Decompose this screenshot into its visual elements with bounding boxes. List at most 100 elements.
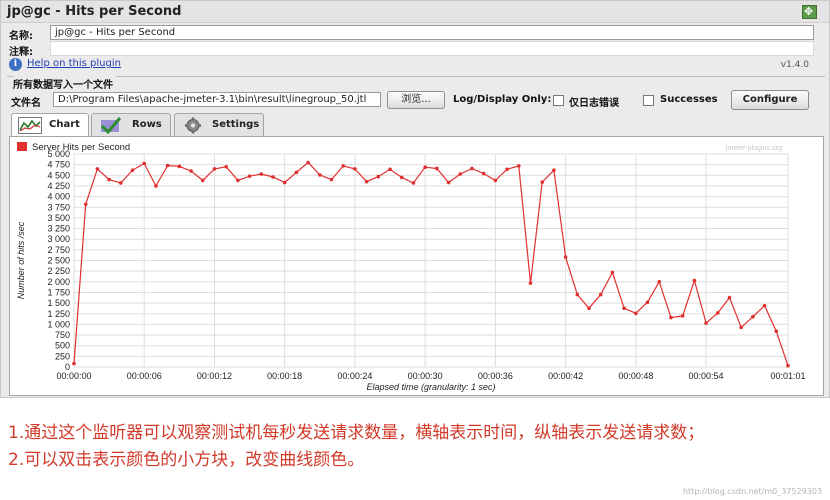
- configure-button[interactable]: Configure: [731, 90, 809, 110]
- data-point: [189, 169, 193, 173]
- y-tick-label: 2 000: [47, 277, 70, 287]
- data-point: [540, 180, 544, 184]
- tab-rows[interactable]: Rows: [91, 113, 171, 136]
- data-point: [599, 293, 603, 297]
- data-point: [634, 312, 638, 316]
- y-tick-label: 2 750: [47, 245, 70, 255]
- data-point: [201, 179, 205, 183]
- filename-label: 文件名: [11, 94, 41, 109]
- data-point: [330, 178, 334, 182]
- data-point: [295, 171, 299, 175]
- x-tick-label: 00:00:36: [478, 371, 513, 381]
- data-point: [482, 172, 486, 176]
- data-point: [494, 179, 498, 183]
- data-point: [611, 271, 615, 275]
- data-point: [178, 165, 182, 169]
- chart-area: 02505007501 0001 2501 5001 7502 0002 250…: [9, 136, 824, 396]
- help-link[interactable]: Help on this plugin: [27, 58, 121, 69]
- data-point: [517, 164, 521, 168]
- data-point: [704, 321, 708, 325]
- data-point: [107, 178, 111, 182]
- data-point: [166, 164, 170, 168]
- data-point: [646, 300, 650, 304]
- legend-swatch[interactable]: [17, 142, 27, 151]
- errors-label: 仅日志错误: [569, 94, 619, 109]
- y-tick-label: 3 250: [47, 224, 70, 234]
- data-point: [96, 167, 100, 171]
- data-point: [131, 168, 135, 172]
- x-tick-label: 00:00:48: [618, 371, 653, 381]
- tab-settings-label: Settings: [212, 119, 259, 130]
- data-point: [154, 184, 158, 188]
- data-point: [72, 362, 76, 366]
- panel-title: jp@gc - Hits per Second: [7, 4, 181, 19]
- x-tick-label: 00:00:00: [56, 371, 91, 381]
- gear-icon: [181, 117, 205, 134]
- data-point: [306, 161, 310, 165]
- data-point: [657, 280, 661, 284]
- y-axis-label: Number of hits /sec: [16, 221, 26, 299]
- notes: 1.通过这个监听器可以观察测试机每秒发送请求数量，横轴表示时间，纵轴表示发送请求…: [8, 420, 818, 474]
- checkmark-icon: [98, 117, 122, 134]
- data-point: [739, 326, 743, 330]
- comment-field[interactable]: [50, 41, 814, 56]
- y-tick-label: 4 250: [47, 181, 70, 191]
- data-point: [224, 165, 228, 169]
- data-point: [400, 176, 404, 180]
- y-tick-label: 3 000: [47, 234, 70, 244]
- successes-label: Successes: [660, 94, 718, 105]
- y-tick-label: 4 000: [47, 192, 70, 202]
- tab-chart[interactable]: Chart: [11, 113, 89, 137]
- tab-chart-label: Chart: [49, 119, 80, 130]
- data-point: [716, 311, 720, 315]
- legend-label: Server Hits per Second: [32, 142, 130, 153]
- tab-settings[interactable]: Settings: [174, 113, 264, 136]
- y-tick-label: 1 250: [47, 309, 70, 319]
- data-point: [435, 167, 439, 171]
- data-point: [236, 179, 240, 183]
- chart-icon: [18, 117, 42, 134]
- data-point: [669, 316, 673, 320]
- errors-checkbox[interactable]: [553, 95, 564, 106]
- data-point: [552, 168, 556, 172]
- comment-label: 注释:: [9, 43, 33, 58]
- x-tick-label: 00:00:54: [689, 371, 724, 381]
- watermark: http://blog.csdn.net/m0_37529303: [683, 487, 822, 496]
- log-display-label: Log/Display Only:: [453, 94, 551, 105]
- data-point: [763, 304, 767, 308]
- browse-button[interactable]: 浏览...: [387, 91, 445, 109]
- data-point: [283, 181, 287, 185]
- x-tick-label: 00:00:30: [408, 371, 443, 381]
- data-point: [576, 293, 580, 297]
- data-point: [564, 255, 568, 259]
- data-point: [529, 281, 533, 285]
- data-point: [248, 174, 252, 178]
- info-icon: i: [9, 58, 22, 71]
- tab-rows-label: Rows: [132, 119, 162, 130]
- name-label: 名称:: [9, 27, 33, 42]
- y-tick-label: 3 750: [47, 202, 70, 212]
- chart-watermark: jmeter-plugins.org: [725, 145, 782, 152]
- data-point: [388, 168, 392, 172]
- y-tick-label: 250: [55, 351, 70, 361]
- data-point: [505, 168, 509, 172]
- filename-field[interactable]: D:\Program Files\apache-jmeter-3.1\bin\r…: [53, 92, 381, 107]
- data-point: [458, 172, 462, 176]
- data-point: [681, 314, 685, 318]
- data-point: [447, 181, 451, 185]
- hits-chart: 02505007501 0001 2501 5001 7502 0002 250…: [10, 137, 823, 395]
- data-point: [622, 306, 626, 310]
- data-point: [318, 173, 322, 177]
- y-tick-label: 2 250: [47, 266, 70, 276]
- x-axis-label: Elapsed time (granularity: 1 sec): [366, 382, 495, 392]
- expand-icon[interactable]: [802, 5, 817, 19]
- x-tick-label: 00:00:18: [267, 371, 302, 381]
- data-point: [341, 164, 345, 168]
- data-point: [353, 167, 357, 171]
- data-point: [365, 180, 369, 184]
- data-point: [412, 181, 416, 185]
- x-tick-label: 00:00:24: [337, 371, 372, 381]
- name-field[interactable]: jp@gc - Hits per Second: [50, 25, 814, 40]
- successes-checkbox[interactable]: [643, 95, 654, 106]
- data-point: [271, 175, 275, 179]
